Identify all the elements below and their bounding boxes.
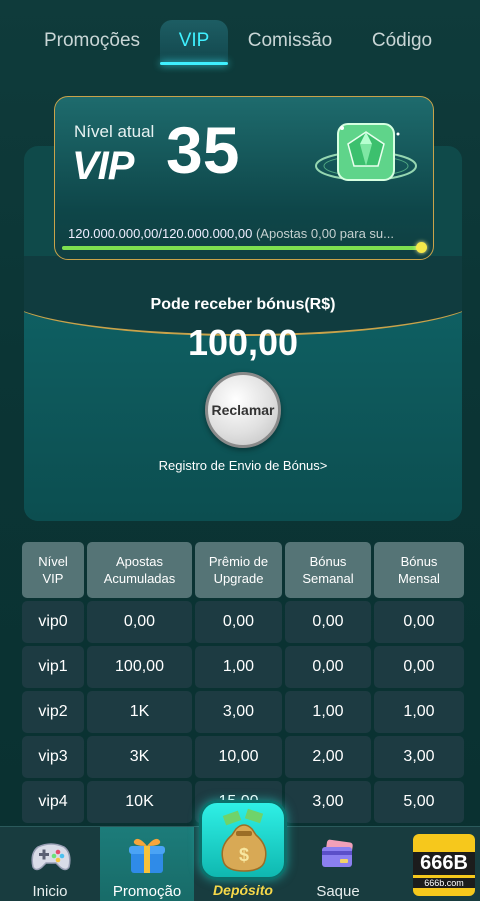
table-cell: 0,00	[285, 601, 371, 643]
vip-level-number: 35	[166, 113, 240, 187]
tab-promocoes[interactable]: Promoções	[34, 20, 150, 64]
table-header-cell: Bónus Mensal	[374, 542, 464, 598]
nav-label: Promoção	[112, 883, 182, 900]
claim-button[interactable]: Reclamar	[205, 372, 281, 448]
table-cell: vip0	[22, 601, 84, 643]
level-label: Nível atual	[74, 122, 155, 141]
progress-bar-fill	[62, 246, 424, 250]
table-row: vip0 0,00 0,00 0,00 0,00	[22, 601, 464, 643]
svg-text:$: $	[239, 845, 249, 865]
logo-domain: 666b.com	[413, 878, 475, 888]
nav-item-inicio[interactable]: Inicio	[0, 827, 100, 901]
table-cell: 5,00	[374, 781, 464, 823]
table-row: vip3 3K 10,00 2,00 3,00	[22, 736, 464, 778]
bonus-amount: 100,00	[187, 322, 299, 363]
table-cell: vip2	[22, 691, 84, 733]
table-cell: 100,00	[87, 646, 192, 688]
table-cell: 0,00	[374, 601, 464, 643]
table-cell: 3,00	[285, 781, 371, 823]
nav-label: Saque	[316, 883, 360, 900]
tab-codigo[interactable]: Código	[362, 20, 442, 64]
table-cell: 3K	[87, 736, 192, 778]
wallet-cards-icon	[322, 839, 353, 867]
table-cell: 0,00	[374, 646, 464, 688]
table-header-cell: Bónus Semanal	[285, 542, 371, 598]
brand-logo: 666B 666b.com	[413, 834, 475, 896]
green-diamond-gem-icon	[315, 123, 417, 181]
tab-comissao[interactable]: Comissão	[240, 20, 340, 64]
table-cell: 3,00	[195, 691, 282, 733]
table-cell: 0,00	[195, 601, 282, 643]
table-cell: 1,00	[374, 691, 464, 733]
nav-item-saque[interactable]: Saque	[290, 827, 386, 901]
table-cell: 3,00	[374, 736, 464, 778]
progress-note: (Apostas 0,00 para su...	[255, 226, 394, 241]
deposit-label: Depósito	[213, 882, 273, 898]
gamepad-icon	[31, 843, 71, 871]
table-cell: vip4	[22, 781, 84, 823]
table-cell: vip3	[22, 736, 84, 778]
gift-box-icon	[129, 838, 165, 873]
progress-bar	[62, 246, 424, 250]
table-row: vip1 100,00 1,00 0,00 0,00	[22, 646, 464, 688]
table-row: vip2 1K 3,00 1,00 1,00	[22, 691, 464, 733]
nav-item-promocao[interactable]: Promoção	[100, 827, 194, 901]
money-bag-icon: $	[221, 808, 267, 872]
table-header-cell: Prêmio de Upgrade	[195, 542, 282, 598]
nav-label: Inicio	[32, 883, 68, 900]
table-cell: 1,00	[285, 691, 371, 733]
bonus-history-link[interactable]: Registro de Envio de Bónus>	[0, 458, 480, 473]
table-cell: 0,00	[87, 601, 192, 643]
active-tab-indicator	[160, 62, 228, 65]
table-cell: 10,00	[195, 736, 282, 778]
table-cell: vip1	[22, 646, 84, 688]
table-header-cell: Apostas Acumuladas	[87, 542, 192, 598]
table-cell: 1K	[87, 691, 192, 733]
bonus-title: Pode receber bónus(R$)	[150, 296, 336, 313]
vip-logo-text: VIP	[72, 144, 134, 188]
table-cell: 0,00	[285, 646, 371, 688]
progress-text: 120.000.000,00/120.000.000,00 (Apostas 0…	[68, 226, 428, 241]
tab-vip[interactable]: VIP	[160, 20, 228, 64]
logo-text: 666B	[413, 852, 475, 875]
tab-bar: Promoções VIP Comissão Código	[0, 20, 480, 64]
table-cell: 1,00	[195, 646, 282, 688]
progress-knob	[416, 242, 427, 253]
progress-value: 120.000.000,00/120.000.000,00	[68, 226, 253, 241]
table-header-cell: Nível VIP	[22, 542, 84, 598]
table-cell: 10K	[87, 781, 192, 823]
table-header-row: Nível VIP Apostas Acumuladas Prêmio de U…	[22, 542, 464, 598]
deposit-button[interactable]: $	[199, 800, 287, 880]
table-cell: 2,00	[285, 736, 371, 778]
